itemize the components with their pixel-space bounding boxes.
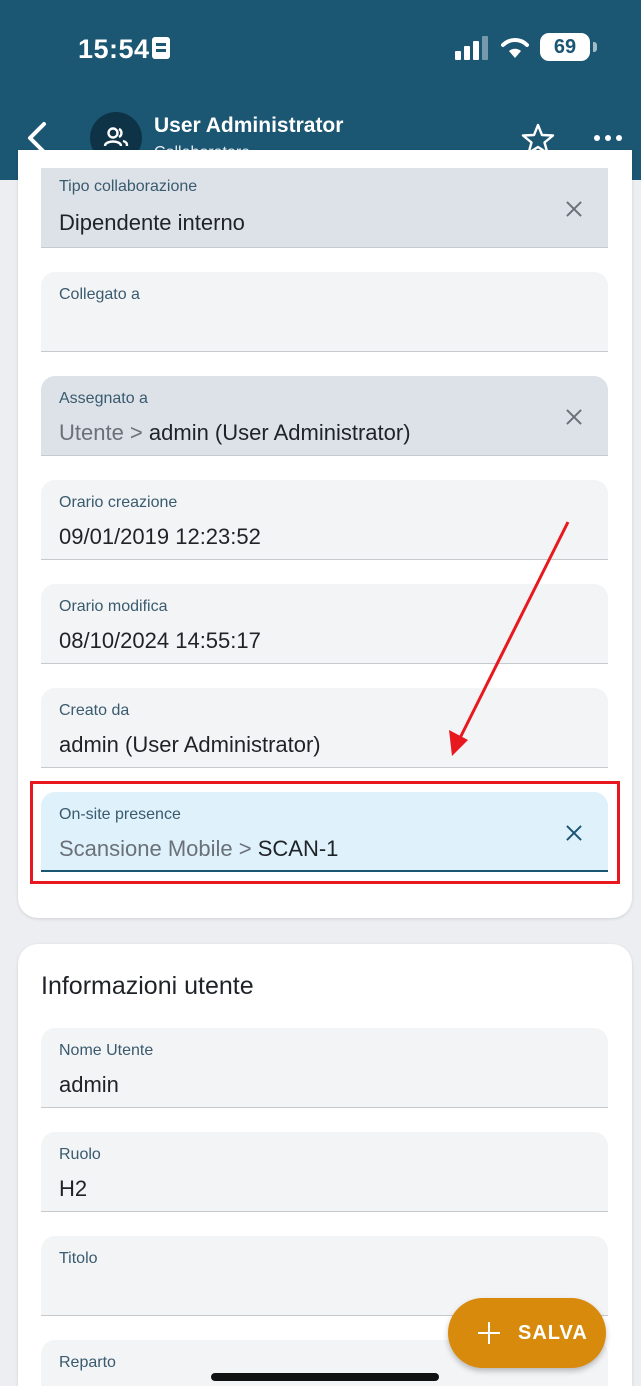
section-title: Informazioni utente xyxy=(41,972,254,1000)
field-label: Titolo xyxy=(59,1250,98,1267)
annotation-arrow xyxy=(449,521,570,756)
field-label: Ruolo xyxy=(59,1146,101,1163)
field-value: H2 xyxy=(59,1176,88,1201)
field-ruolo[interactable]: Ruolo H2 xyxy=(41,1132,608,1212)
home-indicator xyxy=(211,1373,439,1381)
field-label: Reparto xyxy=(59,1354,116,1371)
save-button-label: SALVA xyxy=(518,1322,588,1344)
field-value: admin xyxy=(59,1072,119,1097)
field-label: Nome Utente xyxy=(59,1042,154,1059)
field-nome-utente[interactable]: Nome Utente admin xyxy=(41,1028,608,1108)
plus-icon xyxy=(478,1322,500,1344)
save-button[interactable]: SALVA xyxy=(448,1298,606,1368)
